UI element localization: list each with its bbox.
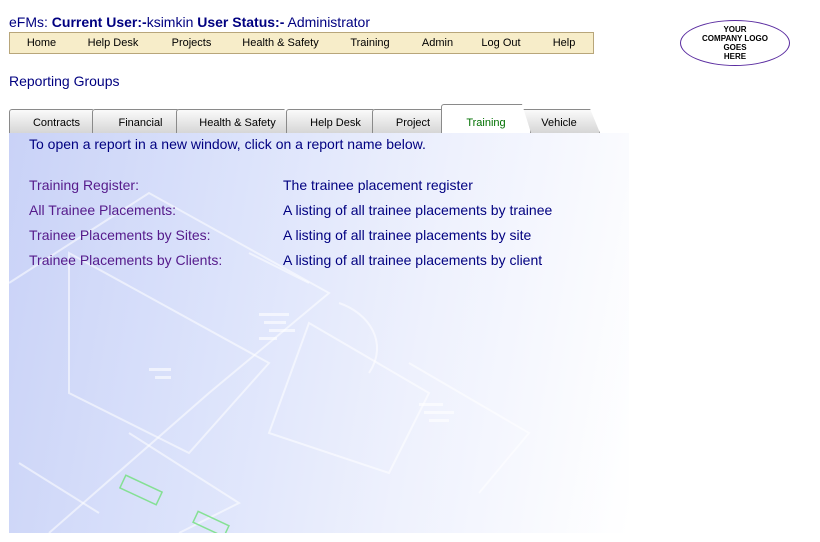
nav-projects[interactable]: Projects bbox=[153, 37, 230, 49]
report-link-all-trainee-placements[interactable]: All Trainee Placements: bbox=[29, 202, 176, 218]
report-description: The trainee placement register bbox=[283, 177, 473, 193]
tab-financial[interactable]: Financial bbox=[92, 109, 189, 133]
nav-home[interactable]: Home bbox=[10, 37, 73, 49]
section-title: Reporting Groups bbox=[9, 73, 120, 89]
report-row: Trainee Placements by Sites: A listing o… bbox=[29, 227, 609, 247]
report-link-trainee-placements-by-clients[interactable]: Trainee Placements by Clients: bbox=[29, 252, 222, 268]
logo-line: GOES bbox=[723, 43, 747, 52]
report-description: A listing of all trainee placements by t… bbox=[283, 202, 553, 218]
report-row: Training Register: The trainee placement… bbox=[29, 177, 609, 197]
report-description: A listing of all trainee placements by s… bbox=[283, 227, 532, 243]
current-user: ksimkin bbox=[146, 14, 194, 30]
top-nav-bar: Home Help Desk Projects Health & Safety … bbox=[9, 32, 594, 54]
user-status-label: User Status:- bbox=[197, 14, 285, 30]
logo-line: HERE bbox=[723, 52, 747, 61]
nav-admin[interactable]: Admin bbox=[409, 37, 466, 49]
company-logo-placeholder: YOUR COMPANY LOGO GOES HERE bbox=[680, 20, 790, 66]
tab-help-desk[interactable]: Help Desk bbox=[286, 109, 385, 133]
instruction-text: To open a report in a new window, click … bbox=[29, 136, 426, 152]
report-group-tabs: Contracts Financial Health & Safety Help… bbox=[9, 104, 609, 133]
tab-vehicle[interactable]: Vehicle bbox=[518, 109, 600, 133]
logo-line: YOUR bbox=[723, 25, 747, 34]
report-row: All Trainee Placements: A listing of all… bbox=[29, 202, 609, 222]
training-reports-panel: To open a report in a new window, click … bbox=[9, 133, 629, 533]
report-link-training-register[interactable]: Training Register: bbox=[29, 177, 139, 193]
report-link-trainee-placements-by-sites[interactable]: Trainee Placements by Sites: bbox=[29, 227, 211, 243]
nav-help-desk[interactable]: Help Desk bbox=[73, 37, 153, 49]
app-header: eFMs: Current User:-ksimkin User Status:… bbox=[9, 14, 370, 30]
logo-line: COMPANY LOGO bbox=[702, 34, 768, 43]
nav-help[interactable]: Help bbox=[536, 37, 592, 49]
tab-training[interactable]: Training bbox=[441, 104, 531, 133]
tab-contracts[interactable]: Contracts bbox=[9, 109, 104, 133]
nav-log-out[interactable]: Log Out bbox=[466, 37, 536, 49]
tab-health-safety[interactable]: Health & Safety bbox=[176, 109, 299, 133]
user-status: Administrator bbox=[287, 14, 370, 30]
current-user-label: Current User:- bbox=[51, 14, 147, 30]
app-name: eFMs: bbox=[9, 14, 48, 30]
report-description: A listing of all trainee placements by c… bbox=[283, 252, 543, 268]
nav-training[interactable]: Training bbox=[331, 37, 409, 49]
nav-health-safety[interactable]: Health & Safety bbox=[230, 37, 331, 49]
report-row: Trainee Placements by Clients: A listing… bbox=[29, 252, 609, 272]
